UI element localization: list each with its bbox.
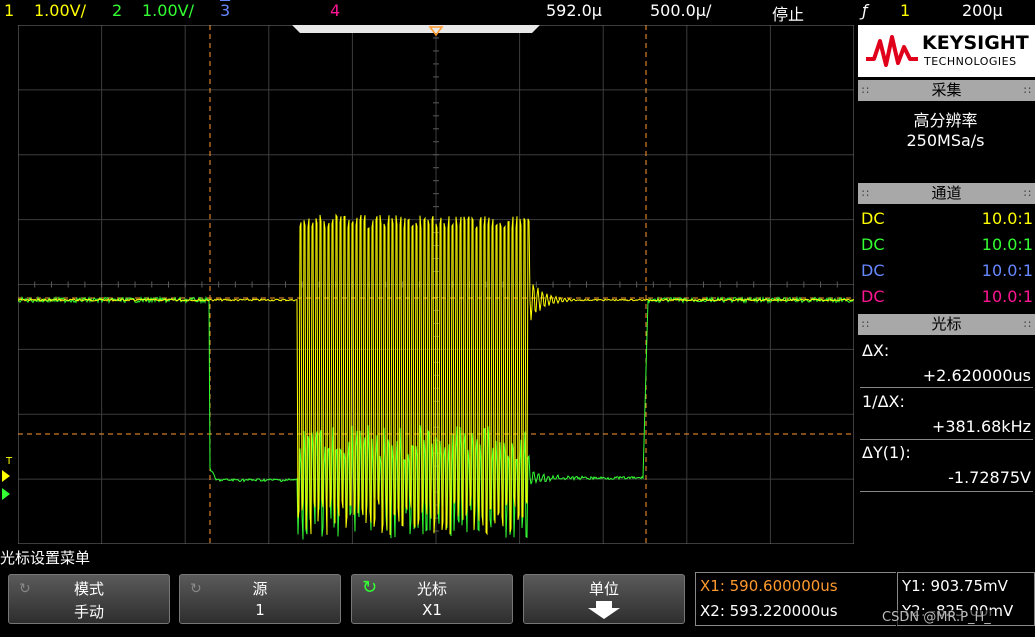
ch4-probe: 10.0:1 bbox=[981, 287, 1033, 306]
dy-value: -1.72875V bbox=[948, 468, 1031, 487]
time-scale[interactable]: 500.0µ/ bbox=[650, 1, 711, 20]
ch3-number[interactable]: 3 bbox=[220, 1, 230, 20]
x1-readout: X1: 590.600000us bbox=[700, 577, 838, 595]
divider bbox=[860, 491, 1033, 492]
status-bar: 1 1.00V/ 2 1.00V/ 3 4 592.0µ 500.0µ/ 停止 … bbox=[0, 0, 1035, 24]
acq-mode: 高分辨率 bbox=[913, 111, 978, 130]
ch3-coupling: DC bbox=[861, 261, 885, 280]
inv-dx-value: +381.68kHz bbox=[931, 417, 1031, 436]
ch1-probe: 10.0:1 bbox=[981, 209, 1033, 228]
trigger-edge-icon: ƒ bbox=[862, 1, 868, 20]
trigger-level-marker[interactable]: T bbox=[5, 456, 13, 467]
ch4-number[interactable]: 4 bbox=[330, 1, 340, 20]
menu-title: 光标设置菜单 bbox=[0, 549, 91, 567]
keysight-logo: KEYSIGHT TECHNOLOGIES bbox=[858, 25, 1035, 77]
softkey-bar: ↻ 模式 手动 ↻ 源 1 ↻ 光标 X1 单位 X1: 590.600000u… bbox=[0, 568, 1035, 637]
dx-value: +2.620000us bbox=[922, 366, 1031, 385]
ch2-number[interactable]: 2 bbox=[112, 1, 122, 20]
keysight-wave-icon bbox=[866, 35, 918, 67]
channel-markers: T bbox=[2, 456, 13, 500]
acquisition-header[interactable]: ∷ 采集 ∷ bbox=[858, 80, 1035, 101]
channel-header[interactable]: ∷ 通道 ∷ bbox=[858, 183, 1035, 204]
ch3-probe: 10.0:1 bbox=[981, 261, 1033, 280]
divider bbox=[860, 439, 1033, 440]
ch1-number[interactable]: 1 bbox=[4, 1, 14, 20]
ch1-coupling: DC bbox=[861, 209, 885, 228]
softkey-mode[interactable]: ↻ 模式 手动 bbox=[8, 574, 170, 624]
trigger-level[interactable]: 200µ bbox=[962, 1, 1003, 20]
memory-bar bbox=[300, 25, 532, 33]
ch2-coupling: DC bbox=[861, 235, 885, 254]
time-position[interactable]: 592.0µ bbox=[546, 1, 602, 20]
info-panel: KEYSIGHT TECHNOLOGIES ∷ 采集 ∷ 高分辨率 250MSa… bbox=[856, 25, 1035, 545]
trigger-channel[interactable]: 1 bbox=[900, 1, 910, 20]
brand-name: KEYSIGHT bbox=[922, 32, 1029, 54]
run-state[interactable]: 停止 bbox=[772, 1, 804, 25]
cursor-header[interactable]: ∷ 光标 ∷ bbox=[858, 314, 1035, 335]
ch4-coupling: DC bbox=[861, 287, 885, 306]
y1-readout: Y1: 903.75mV bbox=[902, 577, 1008, 595]
softkey-source[interactable]: ↻ 源 1 bbox=[179, 574, 341, 624]
softkey-units[interactable]: 单位 bbox=[523, 574, 685, 624]
ch2-ground-marker[interactable] bbox=[2, 488, 10, 500]
dx-label: ΔX: bbox=[862, 341, 890, 360]
softkey-cursor[interactable]: ↻ 光标 X1 bbox=[351, 574, 513, 624]
ch2-scale[interactable]: 1.00V/ bbox=[142, 1, 194, 20]
x2-readout: X2: 593.220000us bbox=[700, 602, 838, 620]
arrow-down-icon bbox=[588, 601, 620, 619]
inv-dx-label: 1/ΔX: bbox=[862, 392, 905, 411]
divider bbox=[860, 387, 1033, 388]
brand-sub: TECHNOLOGIES bbox=[924, 55, 1017, 68]
acq-rate: 250MSa/s bbox=[906, 131, 985, 150]
ch2-probe: 10.0:1 bbox=[981, 235, 1033, 254]
dy-label: ΔY(1): bbox=[862, 443, 911, 462]
cursor-x-readout: X1: 590.600000us X2: 593.220000us bbox=[695, 572, 896, 626]
ch1-scale[interactable]: 1.00V/ bbox=[34, 1, 86, 20]
waveform-svg bbox=[17, 24, 855, 545]
watermark: CSDN @MR.P_H_ bbox=[880, 610, 993, 625]
waveform-display[interactable] bbox=[17, 24, 855, 545]
ch1-ground-marker[interactable] bbox=[2, 470, 10, 482]
